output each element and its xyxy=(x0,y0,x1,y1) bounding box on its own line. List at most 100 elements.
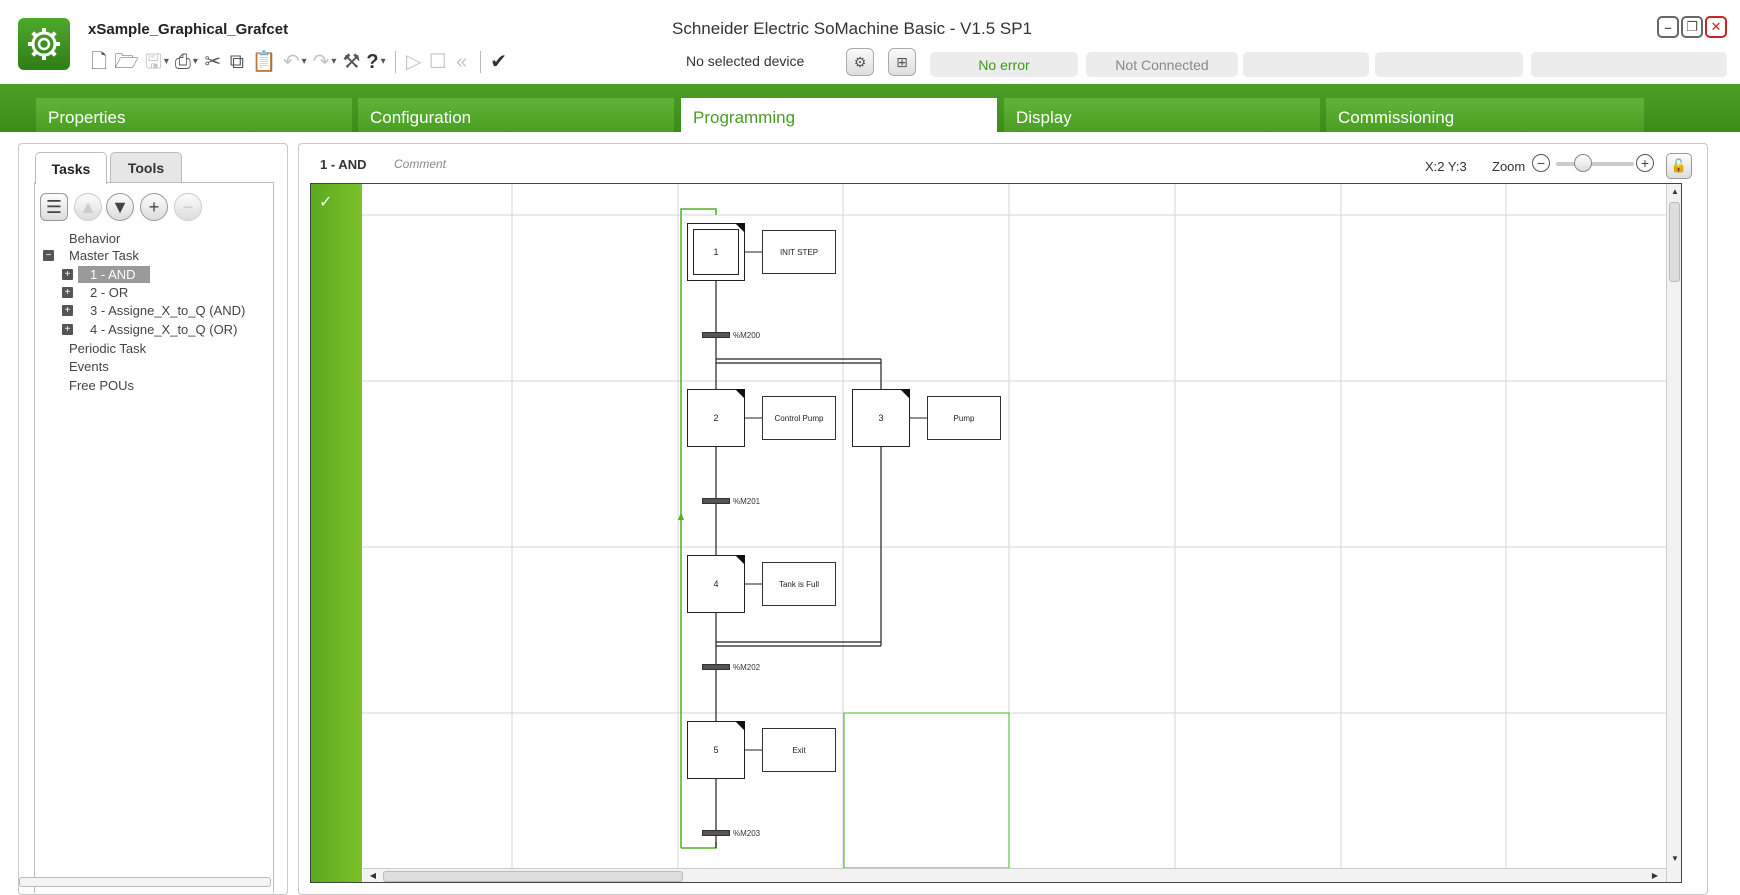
tree-item-periodic-task[interactable]: Periodic Task xyxy=(69,341,146,356)
tab-properties[interactable]: Properties xyxy=(36,98,352,132)
run-icon[interactable]: ▷ xyxy=(405,49,423,75)
rung-title: 1 - AND xyxy=(320,157,367,172)
window-controls: – ❐ ✕ xyxy=(1657,16,1727,38)
grafcet-transition[interactable] xyxy=(702,830,730,836)
status-slot-empty xyxy=(1243,52,1369,77)
tab-tasks[interactable]: Tasks xyxy=(35,152,107,184)
vertical-scrollbar[interactable]: ▲ ▼ xyxy=(1666,184,1681,882)
step-action-box[interactable]: Tank is Full xyxy=(762,562,836,606)
scroll-down-icon[interactable]: ▼ xyxy=(1668,854,1681,863)
zoom-slider[interactable] xyxy=(1556,162,1634,166)
grafcet-step[interactable]: 5 xyxy=(687,721,745,779)
grafcet-transition[interactable] xyxy=(702,664,730,670)
scroll-left-icon[interactable]: ◀ xyxy=(366,871,380,880)
expand-icon[interactable]: + xyxy=(62,305,73,316)
status-slot-empty xyxy=(1375,52,1523,77)
rung-comment[interactable]: Comment xyxy=(394,157,446,171)
step-action-box[interactable]: Exit xyxy=(762,728,836,772)
tools-icon[interactable]: ⚒ xyxy=(342,49,360,75)
print-icon[interactable]: ⎙ ▾ xyxy=(175,49,198,75)
device-settings-icon[interactable]: ⚙ xyxy=(846,48,874,76)
tab-programming[interactable]: Programming xyxy=(681,98,997,134)
grafcet-step[interactable]: 2 xyxy=(687,389,745,447)
zoom-label: Zoom xyxy=(1492,159,1526,174)
step-action-box[interactable]: INIT STEP xyxy=(762,230,836,274)
transition-label: %M201 xyxy=(733,497,761,506)
title-bar: xSample_Graphical_Grafcet Schneider Elec… xyxy=(0,0,1740,84)
undo-icon[interactable]: ↶ ▾ xyxy=(283,49,307,75)
window-title: Schneider Electric SoMachine Basic - V1.… xyxy=(672,19,1033,38)
tree-item-rung-2[interactable]: 2 - OR xyxy=(90,285,128,300)
device-label: No selected device xyxy=(686,53,805,69)
stop-icon[interactable]: ☐ xyxy=(429,49,447,75)
minimize-icon[interactable]: – xyxy=(1657,16,1679,38)
grafcet-step[interactable]: 4 xyxy=(687,555,745,613)
toolbar-separator xyxy=(394,51,396,73)
grafcet-canvas[interactable]: ✓ 1 2 3 4 5 INIT STEP Control Pump Pump … xyxy=(310,183,1682,883)
new-file-icon[interactable]: 🗋 xyxy=(90,49,108,75)
add-icon[interactable]: + xyxy=(140,193,168,221)
grafcet-transition[interactable] xyxy=(702,332,730,338)
list-view-icon[interactable]: ☰ xyxy=(40,193,68,221)
collapse-icon[interactable]: − xyxy=(43,250,54,261)
zoom-out-icon[interactable]: − xyxy=(1532,154,1550,172)
rewind-icon[interactable]: « xyxy=(453,49,471,75)
redo-icon[interactable]: ↷ ▾ xyxy=(313,49,337,75)
horizontal-scroll-thumb[interactable] xyxy=(383,871,683,882)
transition-label: %M200 xyxy=(733,331,761,340)
tab-display[interactable]: Display xyxy=(1004,98,1320,132)
lock-icon[interactable]: 🔓 xyxy=(1666,153,1692,179)
cut-icon[interactable]: ✂ xyxy=(204,49,222,75)
horizontal-scrollbar[interactable]: ◀ ▶ xyxy=(363,868,1666,882)
tree-item-master-task[interactable]: Master Task xyxy=(69,248,139,263)
tree-item-events[interactable]: Events xyxy=(69,359,109,374)
tasks-panel: Tasks Tools ☰ ▲ ▼ + − Behavior − Master … xyxy=(18,143,288,895)
copy-icon[interactable]: ⧉ xyxy=(228,49,246,75)
remove-icon[interactable]: − xyxy=(174,193,202,221)
restore-icon[interactable]: ❐ xyxy=(1681,16,1703,38)
project-title: xSample_Graphical_Grafcet xyxy=(88,21,289,38)
toolbar-separator xyxy=(479,51,481,73)
scroll-right-icon[interactable]: ▶ xyxy=(1648,871,1662,880)
grafcet-step-initial[interactable]: 1 xyxy=(687,223,745,281)
zoom-slider-thumb[interactable] xyxy=(1574,154,1592,172)
step-action-box[interactable]: Control Pump xyxy=(762,396,836,440)
vertical-scroll-thumb[interactable] xyxy=(1669,202,1680,282)
connection-status: Not Connected xyxy=(1086,52,1238,77)
tree-item-rung-4[interactable]: 4 - Assigne_X_to_Q (OR) xyxy=(90,322,237,337)
tree-item-free-pous[interactable]: Free POUs xyxy=(69,378,134,393)
device-add-icon[interactable]: ⊞ xyxy=(888,48,916,76)
open-folder-icon[interactable]: 🗁 xyxy=(114,49,139,75)
transition-label: %M202 xyxy=(733,663,761,672)
toolbar: 🗋 🗁 🖫 ▾ ⎙ ▾ ✂ ⧉ 📋 ↶ ▾ ↷ ▾ ⚒ ? ▾ ▷ ☐ « ✔ xyxy=(90,47,508,77)
move-down-icon[interactable]: ▼ xyxy=(106,193,134,221)
gear-logo-icon[interactable] xyxy=(18,18,70,70)
expand-icon[interactable]: + xyxy=(62,324,73,335)
grafcet-transition[interactable] xyxy=(702,498,730,504)
transition-label: %M203 xyxy=(733,829,761,838)
tab-commissioning[interactable]: Commissioning xyxy=(1326,98,1644,132)
save-icon[interactable]: 🖫 ▾ xyxy=(145,49,169,75)
tree-item-rung-1[interactable]: 1 - AND xyxy=(78,266,150,283)
tree-horizontal-scrollbar[interactable] xyxy=(19,877,271,887)
status-slot-empty xyxy=(1531,52,1727,77)
check-icon[interactable]: ✔ xyxy=(490,49,508,75)
tree-item-behavior[interactable]: Behavior xyxy=(69,231,120,246)
scroll-up-icon[interactable]: ▲ xyxy=(1668,187,1681,196)
zoom-in-icon[interactable]: + xyxy=(1636,154,1654,172)
expand-icon[interactable]: + xyxy=(62,269,73,280)
step-action-box[interactable]: Pump xyxy=(927,396,1001,440)
grafcet-wiring xyxy=(362,184,1666,869)
error-status: No error xyxy=(930,52,1078,77)
help-icon[interactable]: ? ▾ xyxy=(366,49,385,75)
task-tree: ☰ ▲ ▼ + − Behavior − Master Task + 1 - A… xyxy=(34,182,274,893)
close-icon[interactable]: ✕ xyxy=(1705,16,1727,38)
tab-tools[interactable]: Tools xyxy=(110,152,182,182)
tree-item-rung-3[interactable]: 3 - Assigne_X_to_Q (AND) xyxy=(90,303,245,318)
tab-configuration[interactable]: Configuration xyxy=(358,98,674,132)
cursor-coordinates: X:2 Y:3 xyxy=(1425,159,1467,174)
paste-icon[interactable]: 📋 xyxy=(252,49,277,75)
expand-icon[interactable]: + xyxy=(62,287,73,298)
grafcet-step[interactable]: 3 xyxy=(852,389,910,447)
move-up-icon[interactable]: ▲ xyxy=(74,193,102,221)
